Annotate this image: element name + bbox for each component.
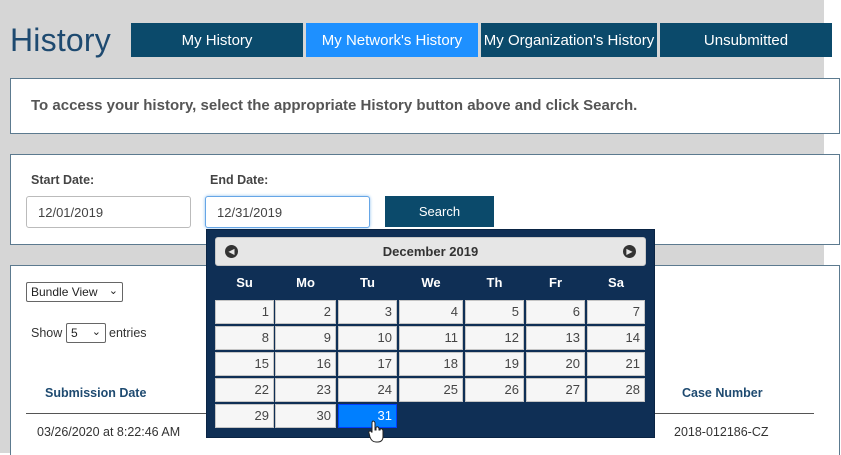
start-date-label: Start Date: [31, 173, 95, 187]
start-date-input[interactable] [26, 196, 191, 228]
weekday-header: Sa [608, 275, 624, 290]
calendar-day[interactable]: 17 [338, 352, 397, 376]
chevron-down-icon: ⌄ [108, 285, 118, 297]
calendar-day[interactable]: 20 [526, 352, 585, 376]
calendar-day[interactable]: 1 [215, 300, 274, 324]
hand-cursor-icon [368, 420, 384, 443]
calendar-day[interactable]: 2 [275, 300, 336, 324]
calendar-day[interactable]: 28 [587, 378, 645, 402]
entries-select-value: 5 [71, 326, 78, 340]
weekday-header: Su [236, 275, 253, 290]
chevron-down-icon: ⌄ [91, 326, 101, 338]
tab-my-network-history[interactable]: My Network's History [306, 23, 478, 57]
calendar-day[interactable]: 27 [526, 378, 585, 402]
calendar-day[interactable]: 12 [465, 326, 524, 350]
next-month-icon[interactable]: ▶ [623, 245, 636, 258]
end-date-input[interactable] [205, 196, 370, 228]
calendar-day[interactable]: 13 [526, 326, 585, 350]
calendar-day[interactable]: 15 [215, 352, 274, 376]
weekday-header: We [421, 275, 441, 290]
column-header-case-number[interactable]: Case Number [682, 386, 763, 400]
calendar-day[interactable]: 4 [399, 300, 463, 324]
calendar-day[interactable]: 22 [215, 378, 274, 402]
calendar-day[interactable]: 10 [338, 326, 397, 350]
table-cell-case-number[interactable]: 2018-012186-CZ [674, 425, 769, 439]
weekday-header: Fr [549, 275, 562, 290]
calendar-day[interactable]: 30 [275, 404, 336, 428]
calendar-day[interactable]: 16 [275, 352, 336, 376]
entries-select[interactable]: 5 ⌄ [66, 323, 106, 343]
show-label: Show [31, 326, 63, 340]
entries-label: entries [109, 326, 147, 340]
tab-unsubmitted[interactable]: Unsubmitted [660, 23, 832, 57]
view-select-value: Bundle View [31, 285, 98, 299]
calendar-day[interactable]: 8 [215, 326, 274, 350]
tab-my-organization-history[interactable]: My Organization's History [481, 23, 657, 57]
view-select[interactable]: Bundle View ⌄ [26, 282, 123, 302]
column-header-submission-date[interactable]: Submission Date [45, 386, 146, 400]
datepicker-header: ◀ December 2019 ▶ [215, 237, 646, 266]
weekday-header: Tu [360, 275, 375, 290]
table-cell-submission-date: 03/26/2020 at 8:22:46 AM [37, 425, 181, 439]
weekday-header: Mo [296, 275, 315, 290]
calendar-day[interactable]: 29 [215, 404, 274, 428]
calendar-day[interactable]: 21 [587, 352, 645, 376]
info-message: To access your history, select the appro… [31, 97, 638, 114]
calendar-day[interactable]: 24 [338, 378, 397, 402]
calendar-day[interactable]: 6 [526, 300, 585, 324]
history-tabs: My History My Network's History My Organ… [131, 23, 832, 57]
calendar-day[interactable]: 23 [275, 378, 336, 402]
search-button[interactable]: Search [385, 196, 494, 227]
calendar-day[interactable]: 14 [587, 326, 645, 350]
info-panel: To access your history, select the appro… [10, 78, 840, 134]
calendar-day[interactable]: 25 [399, 378, 463, 402]
calendar-day[interactable]: 19 [465, 352, 524, 376]
weekday-header: Th [486, 275, 503, 290]
calendar-day[interactable]: 7 [587, 300, 645, 324]
end-date-label: End Date: [210, 173, 269, 187]
tab-my-history[interactable]: My History [131, 23, 303, 57]
calendar-day[interactable]: 3 [338, 300, 397, 324]
datepicker: ◀ December 2019 ▶ Su Mo Tu We Th Fr Sa 1234567… [206, 229, 655, 438]
datepicker-month-title: December 2019 [382, 244, 479, 259]
calendar-day[interactable]: 9 [275, 326, 336, 350]
calendar-day[interactable]: 26 [465, 378, 524, 402]
page-title: History [10, 22, 111, 58]
calendar-day[interactable]: 5 [465, 300, 524, 324]
calendar-day[interactable]: 11 [399, 326, 463, 350]
calendar-day[interactable]: 18 [399, 352, 463, 376]
